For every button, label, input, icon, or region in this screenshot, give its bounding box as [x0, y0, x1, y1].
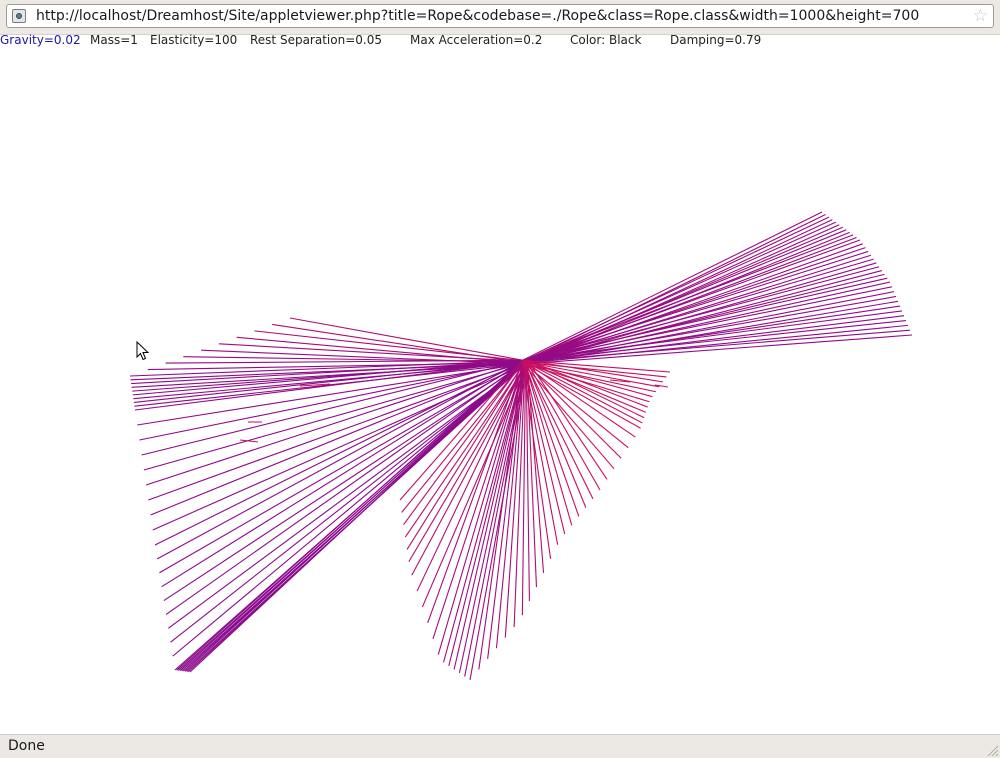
applet-parameters: Gravity=0.02 Mass=1 Elasticity=100 Rest …: [0, 33, 1000, 49]
rope-strand: [495, 361, 525, 649]
rope-strand: [524, 243, 863, 365]
param-rest-separation: Rest Separation=0.05: [250, 33, 382, 47]
rope-strand: [176, 360, 524, 671]
address-bar: http://localhost/Dreamhost/Site/appletvi…: [0, 0, 1000, 35]
rope-strand: [525, 250, 869, 361]
param-damping: Damping=0.79: [670, 33, 762, 47]
param-gravity: Gravity=0.02: [0, 33, 81, 47]
resize-grip[interactable]: [986, 744, 998, 756]
site-identity-icon[interactable]: [12, 9, 26, 23]
rope-strand: [254, 330, 524, 362]
mouse-pointer-icon: [136, 341, 150, 361]
status-bar: Done: [0, 734, 1000, 758]
rope-strand: [522, 361, 552, 559]
rope-strand: [478, 361, 524, 670]
rope-strand: [524, 247, 866, 363]
url-text[interactable]: http://localhost/Dreamhost/Site/appletvi…: [36, 8, 919, 24]
rope-strand: [437, 361, 525, 655]
rope-applet-canvas[interactable]: [0, 50, 1000, 734]
param-mass: Mass=1: [90, 33, 138, 47]
param-elasticity: Elasticity=100: [150, 33, 238, 47]
url-field[interactable]: http://localhost/Dreamhost/Site/appletvi…: [6, 4, 994, 28]
status-text: Done: [8, 738, 45, 754]
bookmark-star-icon[interactable]: ☆: [973, 6, 988, 26]
rope-strand: [161, 360, 525, 588]
rope-strand: [427, 360, 524, 624]
param-max-acceleration: Max Acceleration=0.2: [410, 33, 543, 47]
param-color: Color: Black: [570, 33, 642, 47]
